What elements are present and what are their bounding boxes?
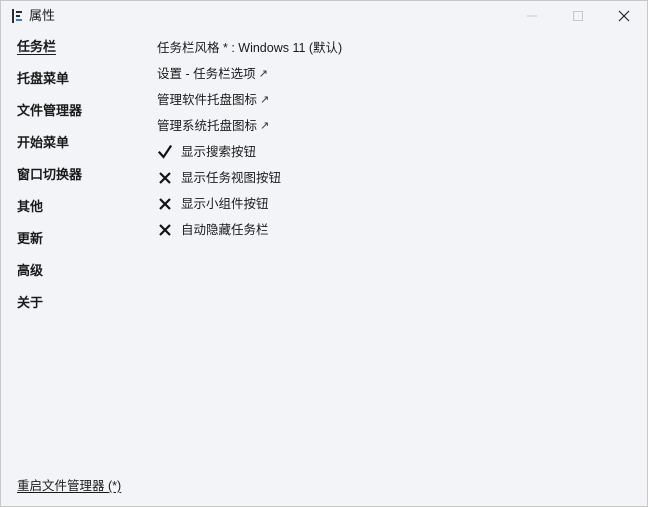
link-settings-taskbar-options[interactable]: 设置 - 任务栏选项 ↗ [157,61,342,87]
sidebar-item-start-menu[interactable]: 开始菜单 [17,133,137,165]
cross-icon[interactable] [157,222,173,238]
option-label: 自动隐藏任务栏 [181,223,269,237]
minimize-icon [527,15,537,17]
link-manage-system-tray-icons[interactable]: 管理系统托盘图标 ↗ [157,113,342,139]
sidebar-item-file-manager[interactable]: 文件管理器 [17,101,137,133]
close-icon [618,10,630,22]
link-label[interactable]: 设置 - 任务栏选项 [157,64,256,84]
option-label: 显示任务视图按钮 [181,171,282,185]
sidebar-item-taskbar[interactable]: 任务栏 [17,37,137,69]
taskbar-settings-panel: 任务栏风格 * : Windows 11 (默认) 设置 - 任务栏选项 ↗ 管理… [157,35,342,243]
sidebar-item-label: 开始菜单 [17,135,70,150]
sidebar-item-label: 更新 [17,231,44,246]
window-title: 属性 [29,8,56,23]
sidebar-item-update[interactable]: 更新 [17,229,137,261]
maximize-icon [573,11,583,21]
sidebar-item-tray-menu[interactable]: 托盘菜单 [17,69,137,101]
sidebar-item-label: 高级 [17,263,44,278]
option-show-widgets-button[interactable]: 显示小组件按钮 [157,191,342,217]
sidebar-item-window-switcher[interactable]: 窗口切换器 [17,165,137,197]
sidebar-item-label: 任务栏 [17,39,57,54]
sidebar-item-label: 托盘菜单 [17,71,70,86]
option-show-search-button[interactable]: 显示搜索按钮 [157,139,342,165]
sidebar-item-advanced[interactable]: 高级 [17,261,137,293]
taskbar-style-setting[interactable]: 任务栏风格 * : Windows 11 (默认) [157,35,342,61]
properties-window: 属性 任务栏 托盘菜单 文件管理器 开始菜单 窗口切换器 其他 更新 高级 关于 [0,0,648,507]
taskbar-style-value[interactable]: Windows 11 (默认) [238,38,342,58]
sidebar-item-label: 窗口切换器 [17,167,83,182]
sidebar-item-label: 关于 [17,295,44,310]
title-bar[interactable]: 属性 [1,1,647,31]
external-link-icon: ↗ [260,94,270,106]
option-label: 显示搜索按钮 [181,145,257,159]
sidebar-item-about[interactable]: 关于 [17,293,137,325]
app-icon [11,8,25,24]
link-manage-app-tray-icons[interactable]: 管理软件托盘图标 ↗ [157,87,342,113]
sidebar-item-label: 文件管理器 [17,103,83,118]
close-button[interactable] [601,1,647,31]
link-label[interactable]: 管理系统托盘图标 [157,116,257,136]
taskbar-style-label: 任务栏风格 * [157,41,228,55]
cross-icon[interactable] [157,196,173,212]
option-label: 显示小组件按钮 [181,197,269,211]
external-link-icon: ↗ [258,68,268,80]
option-show-task-view-button[interactable]: 显示任务视图按钮 [157,165,342,191]
minimize-button[interactable] [509,1,555,31]
checkmark-icon[interactable] [157,144,173,160]
sidebar-item-label: 其他 [17,199,44,214]
maximize-button[interactable] [555,1,601,31]
external-link-icon: ↗ [260,120,270,132]
option-auto-hide-taskbar[interactable]: 自动隐藏任务栏 [157,217,342,243]
sidebar-item-other[interactable]: 其他 [17,197,137,229]
taskbar-style-separator: : [227,41,239,55]
restart-file-manager-link[interactable]: 重启文件管理器 (*) [17,477,121,495]
link-label[interactable]: 管理软件托盘图标 [157,90,257,110]
cross-icon[interactable] [157,170,173,186]
sidebar-nav: 任务栏 托盘菜单 文件管理器 开始菜单 窗口切换器 其他 更新 高级 关于 [17,37,137,325]
